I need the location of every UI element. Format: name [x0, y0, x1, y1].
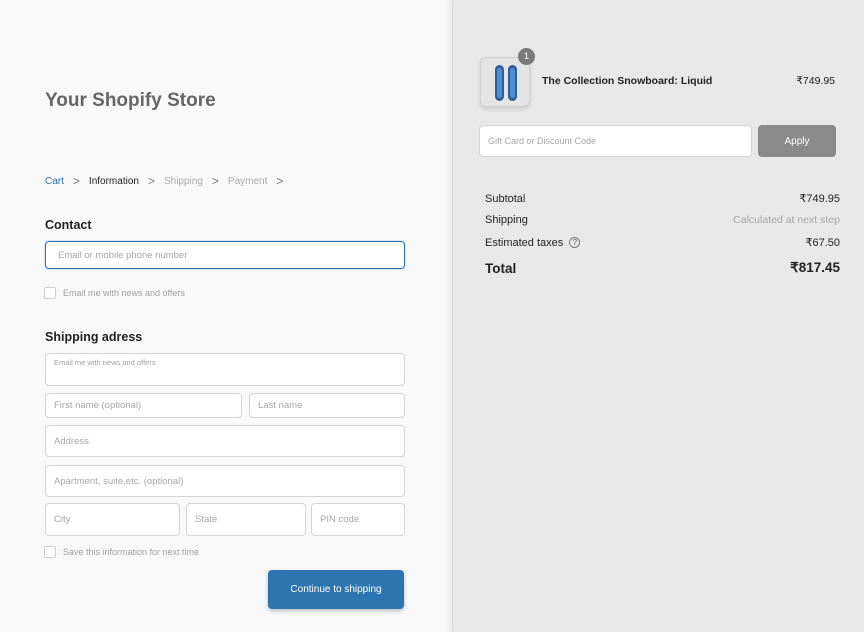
- chevron-right-icon: >: [72, 174, 80, 188]
- newsletter-label: Email me with news and offers: [63, 288, 185, 298]
- chevron-right-icon: >: [211, 174, 219, 188]
- subtotal-value: ₹749.95: [799, 193, 840, 205]
- breadcrumb-payment: Payment: [227, 175, 268, 187]
- breadcrumb: Cart > Information > Shipping > Payment …: [45, 175, 292, 187]
- total-label: Total: [485, 260, 517, 276]
- total-row: Total ₹817.45: [485, 260, 840, 276]
- shipping-value: Calculated at next step: [733, 214, 840, 226]
- apartment-wrapper: [45, 465, 405, 497]
- product-price: ₹749.95: [796, 75, 835, 87]
- discount-code-field[interactable]: [480, 126, 751, 156]
- breadcrumb-information: Information: [88, 175, 139, 187]
- pin-code-wrapper: [311, 503, 405, 536]
- question-mark-icon[interactable]: ?: [569, 237, 581, 249]
- save-info-label: Save this information for next time: [63, 547, 200, 557]
- last-name-field[interactable]: [250, 394, 404, 417]
- state-field[interactable]: [187, 504, 305, 535]
- shipping-label: Shipping: [485, 214, 528, 226]
- shipping-address-title: Shipping adress: [45, 330, 143, 344]
- taxes-value: ₹67.50: [805, 237, 840, 249]
- state-wrapper: [186, 503, 306, 536]
- last-name-wrapper: [249, 393, 405, 418]
- first-name-wrapper: [45, 393, 242, 418]
- newsletter-checkbox[interactable]: [44, 287, 56, 299]
- city-wrapper: [45, 503, 180, 536]
- subtotal-label: Subtotal: [485, 192, 526, 205]
- contact-title: Contact: [45, 218, 92, 232]
- continue-to-shipping-button[interactable]: Continue to shipping: [268, 570, 404, 609]
- breadcrumb-shipping: Shipping: [163, 175, 203, 187]
- snowboard-icon: [495, 65, 517, 101]
- save-info-row: Save this information for next time: [44, 546, 199, 558]
- first-name-field[interactable]: [46, 394, 241, 417]
- chevron-right-icon: >: [147, 174, 155, 188]
- quantity-badge: 1: [518, 48, 535, 65]
- subtotal-row: Subtotal ₹749.95: [485, 192, 840, 206]
- shipping-row: Shipping Calculated at next step: [485, 214, 840, 226]
- email-field-wrapper: [45, 241, 405, 269]
- apply-discount-button[interactable]: Apply: [758, 125, 836, 157]
- store-title[interactable]: Your Shopify Store: [45, 90, 216, 112]
- breadcrumb-cart[interactable]: Cart: [45, 176, 64, 187]
- discount-field-wrapper: [479, 125, 752, 157]
- save-info-checkbox[interactable]: [44, 546, 56, 558]
- taxes-row: Estimated taxes? ₹67.50: [485, 236, 840, 250]
- address-wrapper: [45, 425, 405, 457]
- city-field[interactable]: [46, 504, 179, 535]
- floating-field-label: Email me with news and offers: [54, 358, 156, 367]
- floating-field-wrapper: Email me with news and offers: [45, 353, 405, 386]
- newsletter-row: Email me with news and offers: [44, 287, 185, 299]
- pin-code-field[interactable]: [312, 504, 404, 535]
- apartment-field[interactable]: [46, 466, 404, 496]
- email-field[interactable]: [46, 242, 404, 268]
- taxes-label: Estimated taxes: [485, 236, 564, 249]
- product-name: The Collection Snowboard: Liquid: [542, 75, 713, 87]
- checkout-form-panel: Your Shopify Store Cart > Information > …: [0, 0, 452, 632]
- total-value: ₹817.45: [790, 260, 840, 275]
- chevron-right-icon: >: [276, 174, 284, 188]
- taxes-label-group: Estimated taxes?: [485, 236, 581, 249]
- product-thumbnail: [480, 57, 530, 107]
- address-field[interactable]: [46, 426, 404, 456]
